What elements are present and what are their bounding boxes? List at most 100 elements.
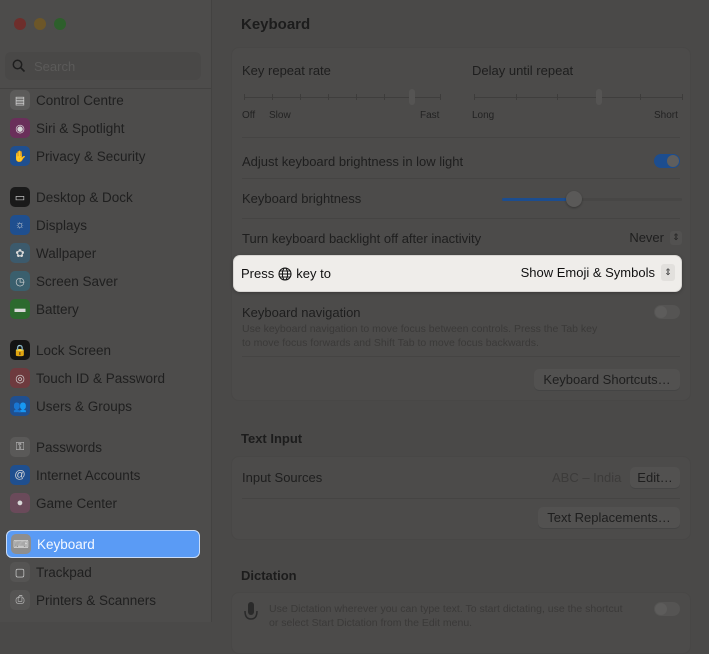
sidebar-item-label: Game Center bbox=[36, 495, 118, 511]
keyboard-brightness-slider[interactable] bbox=[502, 191, 682, 207]
zoom-button[interactable] bbox=[54, 18, 66, 30]
displays-icon: ☼ bbox=[10, 215, 30, 235]
key-repeat-label: Key repeat rate bbox=[242, 63, 331, 78]
keyboard-shortcuts-button[interactable]: Keyboard Shortcuts… bbox=[534, 369, 680, 390]
slider-tick bbox=[356, 94, 357, 100]
toggle-knob bbox=[655, 603, 667, 615]
sidebar-item-touch-id-password[interactable]: ◎ Touch ID & Password bbox=[6, 364, 200, 392]
toggle-knob bbox=[655, 306, 667, 318]
sidebar-item-displays[interactable]: ☼ Displays bbox=[6, 211, 200, 239]
sidebar-item-label: Users & Groups bbox=[36, 398, 133, 414]
sidebar-item-label: Screen Saver bbox=[36, 273, 118, 289]
key-repeat-slow-label: Slow bbox=[269, 110, 291, 121]
delay-repeat-slider[interactable] bbox=[474, 89, 683, 105]
press-globe-value: Show Emoji & Symbols bbox=[520, 265, 655, 280]
sidebar-item-wallpaper[interactable]: ✿ Wallpaper bbox=[6, 239, 200, 267]
sidebar-item-users-groups[interactable]: 👥 Users & Groups bbox=[6, 392, 200, 420]
sidebar-item-passwords[interactable]: ⚿ Passwords bbox=[6, 433, 200, 461]
slider-tick bbox=[682, 94, 683, 100]
press-text: Press bbox=[241, 266, 275, 281]
chevron-updown-icon: ⇕ bbox=[670, 230, 682, 245]
dictation-toggle[interactable] bbox=[654, 602, 680, 616]
search-input[interactable] bbox=[34, 58, 184, 74]
printer-icon: ⎙ bbox=[10, 590, 30, 610]
sidebar-item-privacy-security[interactable]: ✋ Privacy & Security bbox=[6, 142, 200, 170]
lock-icon: 🔒 bbox=[10, 340, 30, 360]
description-line: to move focus forwards and Shift Tab to … bbox=[242, 337, 539, 349]
text-input-heading: Text Input bbox=[241, 431, 303, 446]
keyboard-icon: ⌨ bbox=[11, 534, 31, 554]
slider-tick bbox=[516, 94, 517, 100]
slider-knob[interactable] bbox=[596, 89, 602, 105]
chevron-updown-icon: ⇕ bbox=[661, 264, 675, 281]
keyboard-navigation-description: Use keyboard navigation to move focus be… bbox=[242, 322, 597, 350]
adjust-brightness-toggle[interactable] bbox=[654, 154, 680, 168]
dictation-heading: Dictation bbox=[241, 568, 297, 583]
desktop-dock-icon: ▭ bbox=[10, 187, 30, 207]
delay-max-label: Short bbox=[654, 110, 678, 121]
slider-tick bbox=[640, 94, 641, 100]
sidebar-item-game-center[interactable]: ● Game Center bbox=[6, 489, 200, 517]
sidebar-item-control-centre[interactable]: ▤ Control Centre bbox=[6, 86, 200, 114]
sidebar-item-keyboard[interactable]: ⌨ Keyboard bbox=[6, 530, 200, 558]
hand-icon: ✋ bbox=[10, 146, 30, 166]
at-icon: @ bbox=[10, 465, 30, 485]
sidebar-item-siri-spotlight[interactable]: ◉ Siri & Spotlight bbox=[6, 114, 200, 142]
slider-tick bbox=[440, 94, 441, 100]
adjust-brightness-label: Adjust keyboard brightness in low light bbox=[242, 154, 464, 169]
sidebar-item-label: Displays bbox=[36, 217, 88, 233]
keyboard-navigation-toggle[interactable] bbox=[654, 305, 680, 319]
slider-tick bbox=[328, 94, 329, 100]
sidebar-item-trackpad[interactable]: ▢ Trackpad bbox=[6, 558, 200, 586]
text-replacements-button[interactable]: Text Replacements… bbox=[538, 507, 680, 528]
input-sources-label: Input Sources bbox=[242, 470, 323, 485]
sidebar-item-screen-saver[interactable]: ◷ Screen Saver bbox=[6, 267, 200, 295]
sidebar-item-label: Siri & Spotlight bbox=[36, 120, 125, 136]
users-icon: 👥 bbox=[10, 396, 30, 416]
key-repeat-slider[interactable] bbox=[244, 89, 441, 105]
divider bbox=[242, 178, 680, 179]
slider-tick bbox=[272, 94, 273, 100]
sidebar-item-label: Touch ID & Password bbox=[36, 370, 166, 386]
key-repeat-min-label: Off bbox=[242, 110, 256, 121]
globe-icon bbox=[278, 266, 292, 281]
press-globe-key-row: Press key to Show Emoji & Symbols ⇕ bbox=[234, 256, 681, 291]
text-input-card: Input Sources ABC – India Edit… Text Rep… bbox=[231, 456, 691, 540]
slider-knob[interactable] bbox=[409, 89, 415, 105]
sidebar-item-battery[interactable]: ▬ Battery bbox=[6, 295, 200, 323]
toggle-knob bbox=[667, 155, 679, 167]
press-globe-popup[interactable]: Show Emoji & Symbols ⇕ bbox=[521, 264, 675, 281]
key-to-text: key to bbox=[296, 266, 331, 281]
sidebar-item-label: Lock Screen bbox=[36, 342, 112, 358]
sidebar-item-desktop-dock[interactable]: ▭ Desktop & Dock bbox=[6, 183, 200, 211]
divider bbox=[242, 218, 680, 219]
sidebar-item-internet-accounts[interactable]: @ Internet Accounts bbox=[6, 461, 200, 489]
wallpaper-icon: ✿ bbox=[10, 243, 30, 263]
sidebar-item-label: Control Centre bbox=[36, 92, 124, 108]
microphone-icon bbox=[244, 602, 258, 620]
main-pane: Keyboard Key repeat rate Off Slow Fast D… bbox=[212, 0, 709, 654]
minimize-button[interactable] bbox=[34, 18, 46, 30]
sidebar-item-label: Desktop & Dock bbox=[36, 189, 133, 205]
edit-input-sources-button[interactable]: Edit… bbox=[630, 467, 680, 488]
window-controls bbox=[14, 18, 66, 30]
close-button[interactable] bbox=[14, 18, 26, 30]
backlight-off-popup[interactable]: Never ⇕ bbox=[629, 230, 682, 245]
search-field[interactable] bbox=[5, 52, 201, 80]
sidebar-item-printers-scanners[interactable]: ⎙ Printers & Scanners bbox=[6, 586, 200, 614]
sidebar-item-label: Trackpad bbox=[36, 564, 92, 580]
slider-tick bbox=[300, 94, 301, 100]
slider-tick bbox=[244, 94, 245, 100]
brightness-fill bbox=[502, 198, 574, 201]
page-title: Keyboard bbox=[241, 16, 311, 33]
trackpad-icon: ▢ bbox=[10, 562, 30, 582]
brightness-knob[interactable] bbox=[566, 191, 582, 207]
sidebar-item-label: Passwords bbox=[36, 439, 103, 455]
dictation-card: Use Dictation wherever you can type text… bbox=[231, 592, 691, 654]
sidebar-item-lock-screen[interactable]: 🔒 Lock Screen bbox=[6, 336, 200, 364]
description-line: or select Start Dictation from the Edit … bbox=[269, 617, 473, 629]
delay-min-label: Long bbox=[472, 110, 495, 121]
siri-icon: ◉ bbox=[10, 118, 30, 138]
search-icon bbox=[12, 59, 26, 73]
sidebar-item-label: Wallpaper bbox=[36, 245, 97, 261]
